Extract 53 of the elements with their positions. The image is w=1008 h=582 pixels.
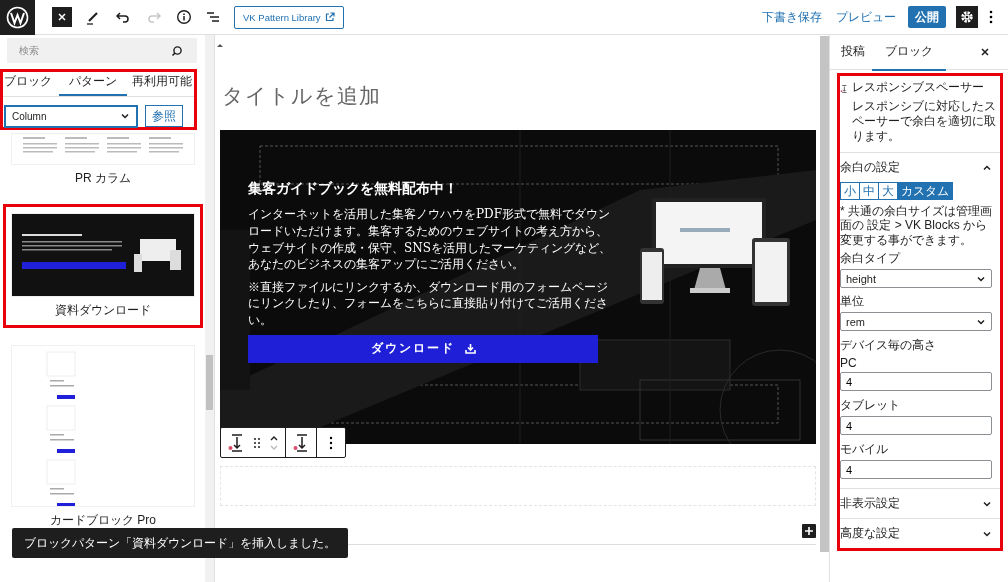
scrollbar[interactable]: [820, 36, 829, 552]
chevron-icon: [120, 111, 130, 121]
select-field[interactable]: rem: [840, 312, 992, 332]
list-view-icon[interactable]: [205, 9, 221, 25]
save-draft-button[interactable]: 下書き保存: [760, 6, 824, 28]
panel-header[interactable]: 余白の設定: [840, 153, 1000, 182]
size-button[interactable]: 小: [840, 182, 860, 200]
info-icon[interactable]: [176, 9, 192, 25]
number-field[interactable]: 4: [840, 460, 992, 480]
pattern-tab[interactable]: パターン: [58, 72, 127, 96]
block-description: レスポンシブに対応したスペーサーで余白を適切に取ります。: [851, 99, 997, 144]
section-heading: デバイス毎の高さ: [840, 337, 937, 355]
preview-button[interactable]: プレビュー: [834, 6, 898, 28]
field-label: 余白タイプ: [840, 250, 902, 268]
category-select[interactable]: Column: [5, 105, 137, 127]
field-label: PC: [840, 356, 858, 371]
browse-button[interactable]: 参照: [145, 105, 183, 127]
pattern-card[interactable]: [11, 213, 195, 297]
logo-icon[interactable]: [0, 0, 35, 35]
pattern-tab[interactable]: ブロック: [3, 72, 54, 96]
number-field[interactable]: 4: [840, 372, 992, 392]
number-field[interactable]: 4: [840, 416, 992, 436]
library-button[interactable]: VK Pattern Library: [234, 5, 344, 29]
size-button[interactable]: カスタム: [897, 182, 953, 200]
panel-header[interactable]: 非表示設定: [840, 489, 1000, 519]
field-label: モバイル: [840, 441, 889, 459]
publish-button[interactable]: 公開: [908, 6, 946, 28]
pattern-label: 資料ダウンロード: [55, 302, 151, 319]
title-field[interactable]: タイトルを追加: [222, 82, 816, 110]
search-icon: [171, 45, 183, 57]
size-button[interactable]: 大: [878, 182, 898, 200]
field-label: タブレット: [840, 397, 901, 415]
close-icon[interactable]: [52, 7, 72, 27]
pattern-label: PR カラム: [75, 170, 131, 187]
block-title: レスポンシブスペーサー: [851, 79, 985, 96]
close-icon[interactable]: [980, 47, 990, 57]
pencil-icon[interactable]: [85, 9, 101, 25]
select-field[interactable]: height: [840, 269, 992, 289]
panel-header[interactable]: 高度な設定: [840, 519, 1000, 549]
size-button[interactable]: 中: [859, 182, 879, 200]
field-label: 単位: [840, 293, 865, 311]
sidebar-tab[interactable]: 投稿: [834, 34, 872, 70]
search-field[interactable]: 検索: [7, 38, 197, 63]
pattern-tab[interactable]: 再利用可能: [131, 72, 194, 96]
help-text: * 共通の余白サイズは管理画面の 設定 > VK Blocks から変更する事ができます。: [840, 204, 992, 248]
snackbar: ブロックパターン「資料ダウンロード」を挿入しました。: [12, 528, 348, 558]
external-link-icon: [324, 12, 335, 22]
pattern-label: カードブロック Pro: [50, 512, 156, 529]
settings-icon[interactable]: [956, 6, 978, 28]
scrollbar[interactable]: [205, 35, 214, 582]
sidebar-tab[interactable]: ブロック: [872, 33, 946, 71]
more-icon[interactable]: [988, 9, 994, 25]
add-block-icon[interactable]: [802, 524, 816, 538]
